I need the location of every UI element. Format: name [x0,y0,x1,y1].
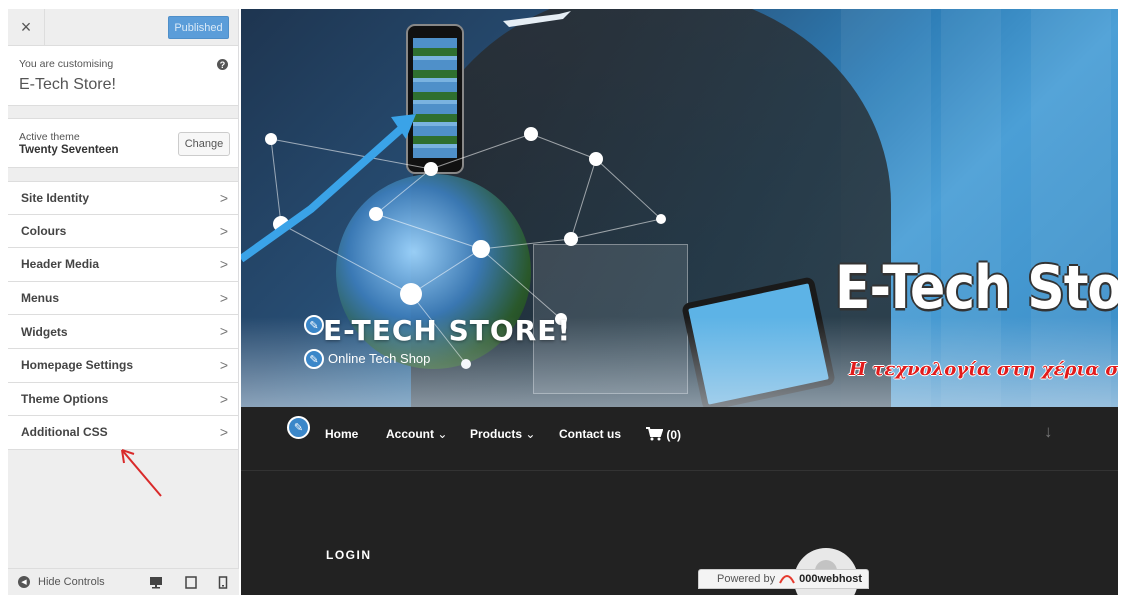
section-label: Header Media [21,257,100,272]
site-name: E-Tech Store! [19,76,116,93]
chevron-right-icon: > [219,190,228,206]
customising-info: You are customising E-Tech Store! ? [8,46,238,106]
login-heading: LOGIN [326,548,372,562]
site-preview: ✎ E-TECH STORE! ✎ Online Tech Shop E-Tec… [241,9,1118,595]
banner-slogan: Η τεχνολογία στη χέρια σου! [849,359,1118,380]
close-icon: × [20,16,32,37]
nav-label: Account [386,427,434,441]
chevron-down-icon: ⌄ [437,427,448,441]
powered-by-label: Powered by [717,573,776,585]
hide-controls-icon[interactable]: ◀ [18,576,30,588]
site-tagline: Online Tech Shop [328,351,431,366]
close-button[interactable]: × [8,9,45,45]
customising-label: You are customising [19,58,114,70]
customizer-sections: Site Identity > Colours > Header Media > Me… [8,181,238,450]
cart-count: (0) [666,428,682,442]
customizer-header: × Published [8,9,238,46]
section-label: Theme Options [21,391,109,406]
nav-label: Products [470,427,523,441]
nav-products[interactable]: Products ⌄ [470,427,535,441]
section-widgets[interactable]: Widgets > [8,315,238,349]
main-navigation: ✎ Home Account ⌄ Products ⌄ Contact us (… [241,407,1118,471]
section-label: Site Identity [21,190,90,205]
customizer-sidebar: × Published You are customising E-Tech S… [8,9,239,595]
powered-by-badge[interactable]: Powered by 000webhost [698,569,869,589]
chevron-right-icon: > [219,424,228,441]
mobile-icon[interactable] [218,576,228,589]
nav-cart[interactable]: (0) [646,427,681,442]
section-site-identity[interactable]: Site Identity > [8,181,238,215]
section-homepage-settings[interactable]: Homepage Settings > [8,348,238,383]
hide-controls-label[interactable]: Hide Controls [38,576,105,588]
nav-home[interactable]: Home [325,427,358,441]
site-title[interactable]: E-TECH STORE! [323,314,571,347]
section-header-media[interactable]: Header Media > [8,248,238,282]
chevron-right-icon: > [219,256,228,273]
active-theme-panel: Active theme Twenty Seventeen Change [8,118,238,168]
help-icon[interactable]: ? [217,59,228,70]
section-menus[interactable]: Menus > [8,281,238,316]
cart-icon [646,427,664,441]
edit-title-pencil-icon[interactable]: ✎ [304,315,324,335]
section-label: Homepage Settings [21,358,134,373]
section-label: Colours [21,223,67,238]
section-label: Additional CSS [21,425,108,440]
section-label: Widgets [21,324,68,339]
page-content: LOGIN [241,471,1118,595]
chevron-right-icon: > [219,222,228,239]
published-button[interactable]: Published [168,16,229,39]
section-label: Menus [21,291,60,306]
host-brand: 000webhost [799,573,863,585]
chevron-right-icon: > [219,289,228,306]
section-additional-css[interactable]: Additional CSS > [8,416,238,450]
chevron-down-icon: ⌄ [525,427,536,441]
nav-account[interactable]: Account ⌄ [386,427,447,441]
chevron-right-icon: > [219,323,228,340]
section-colours[interactable]: Colours > [8,214,238,249]
desktop-icon[interactable] [149,576,163,589]
chevron-right-icon: > [219,390,228,407]
section-theme-options[interactable]: Theme Options > [8,382,238,417]
change-theme-button[interactable]: Change [178,132,230,156]
edit-menu-pencil-icon[interactable]: ✎ [287,416,310,439]
webhost-logo-icon [779,575,795,584]
customizer-footer: ◀ Hide Controls [8,568,239,595]
annotation-arrow-icon [121,449,162,497]
tablet-icon[interactable] [185,576,197,589]
edit-tagline-pencil-icon[interactable]: ✎ [304,349,324,369]
nav-contact[interactable]: Contact us [559,427,621,441]
banner-title: E-Tech Store [835,254,1118,323]
header-banner: ✎ E-TECH STORE! ✎ Online Tech Shop E-Tec… [241,9,1118,407]
scroll-down-arrow-icon[interactable]: ↓ [1044,422,1053,442]
chevron-right-icon: > [219,356,228,373]
